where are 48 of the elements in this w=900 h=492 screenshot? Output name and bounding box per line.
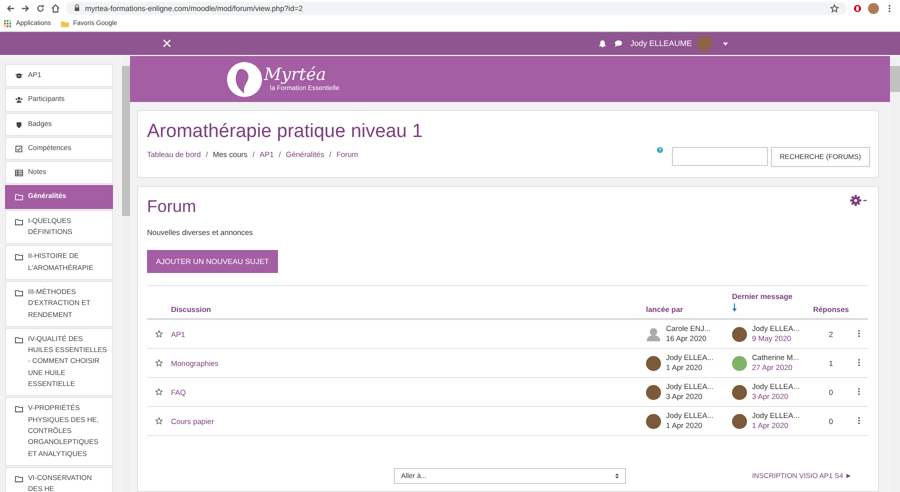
avatar (732, 414, 747, 428)
table-icon (15, 169, 23, 178)
folder-icon (15, 336, 23, 344)
opera-icon[interactable] (853, 4, 862, 12)
reload-icon[interactable] (36, 4, 45, 12)
avatar (646, 384, 661, 400)
folder-icon (15, 193, 23, 202)
settings-icon[interactable] (850, 195, 868, 206)
user-name[interactable]: Jody ELLEAUME (630, 39, 692, 48)
forward-icon[interactable] (21, 4, 30, 12)
help-icon[interactable] (656, 147, 663, 153)
users-icon (15, 96, 23, 104)
star-icon[interactable] (155, 417, 163, 425)
folder-icon (15, 405, 23, 414)
checkbox-icon (15, 144, 23, 153)
apps-grid-icon (4, 20, 12, 28)
chat-icon[interactable] (614, 39, 624, 48)
avatar (732, 384, 747, 400)
folder-icon (61, 20, 70, 28)
logo-text: Myrtéa (264, 66, 328, 85)
avatar (732, 356, 747, 370)
logo-emblem-icon (227, 62, 262, 96)
user-silhouette-icon (646, 326, 661, 342)
avatar (732, 326, 747, 342)
avatar (646, 356, 661, 370)
close-drawer-button[interactable]: × (162, 35, 172, 52)
graduation-cap-icon (15, 72, 23, 80)
forum-title: Forum (147, 197, 196, 217)
folder-icon (15, 288, 23, 297)
course-title: Aromathérapie pratique niveau 1 (147, 121, 424, 143)
lock-icon (74, 4, 80, 12)
star-icon[interactable] (155, 359, 163, 367)
bell-icon[interactable] (598, 39, 608, 48)
avatar (646, 414, 661, 428)
star-icon[interactable] (155, 388, 163, 396)
back-icon[interactable] (6, 4, 15, 12)
home-icon[interactable] (51, 4, 60, 12)
folder-icon (15, 474, 23, 483)
star-icon[interactable] (155, 330, 163, 338)
select-arrows-icon (615, 473, 619, 479)
shield-icon (15, 120, 23, 129)
folder-icon (15, 218, 23, 226)
profile-avatar[interactable] (868, 2, 879, 14)
folder-icon (15, 253, 23, 262)
sort-arrow-icon[interactable] (732, 303, 737, 312)
caret-icon[interactable] (723, 42, 728, 46)
search-field[interactable] (672, 147, 768, 166)
star-icon[interactable] (830, 4, 839, 12)
